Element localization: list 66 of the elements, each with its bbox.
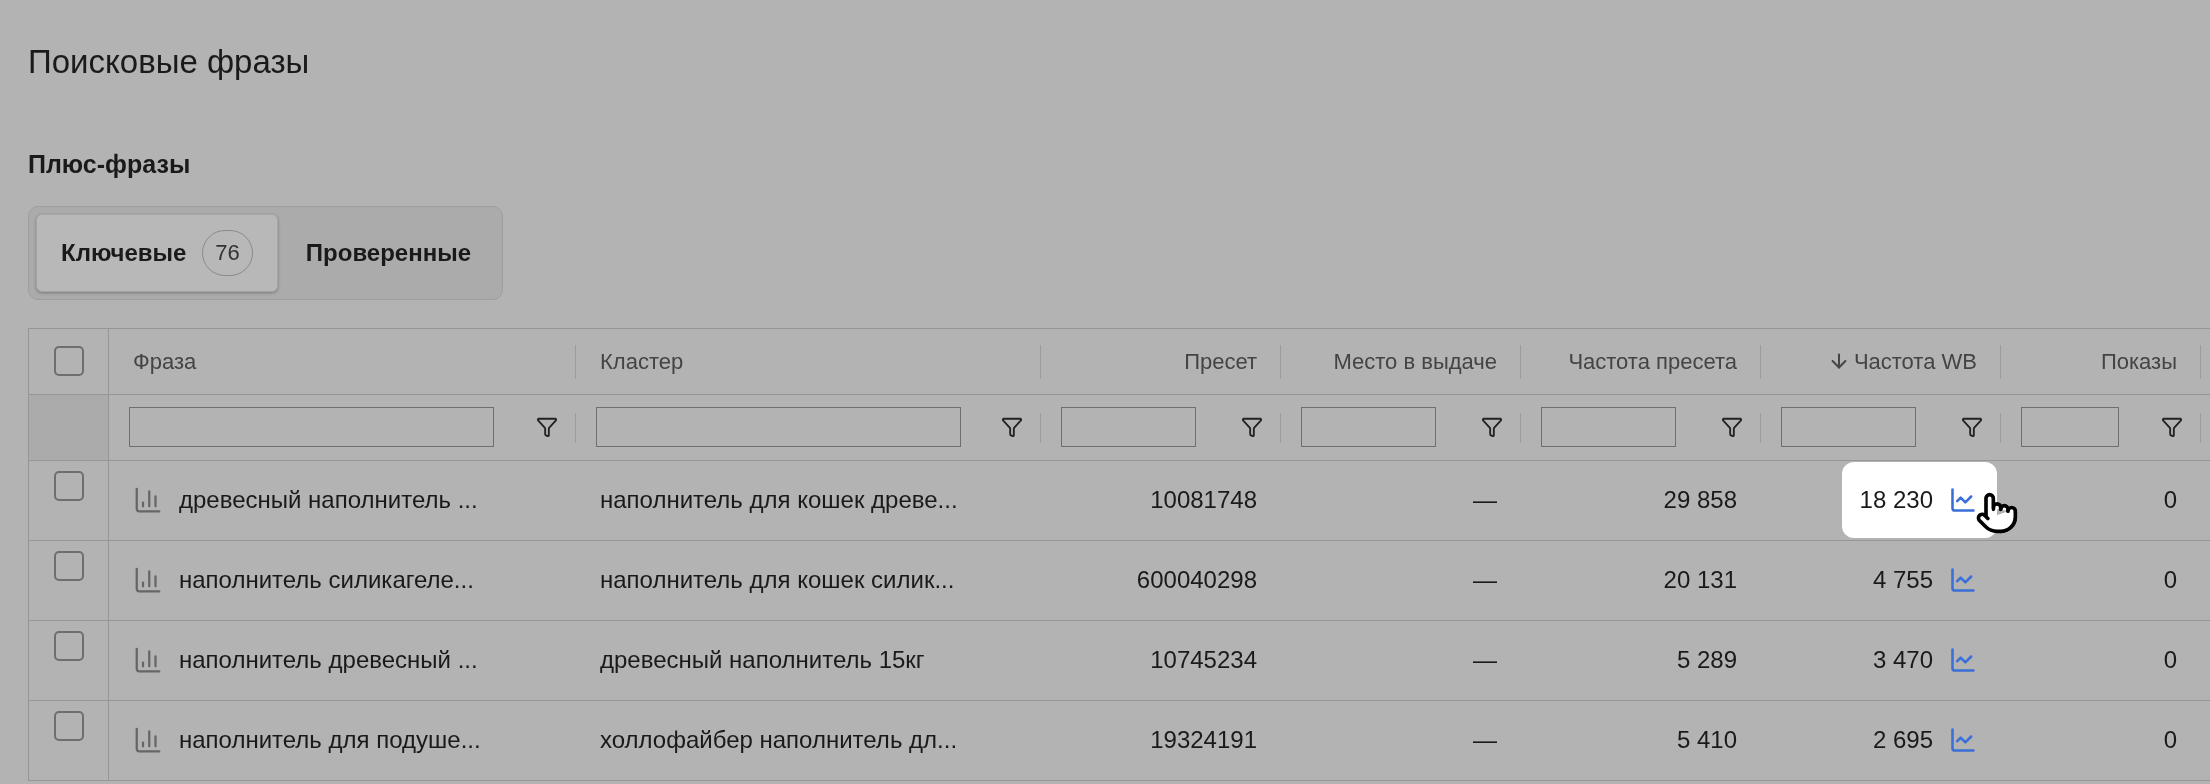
bar-chart-icon[interactable]	[133, 725, 163, 755]
cluster-text: наполнитель для кошек древе...	[600, 485, 958, 515]
bar-chart-icon[interactable]	[133, 645, 163, 675]
preset-frequency: 5 410	[1676, 725, 1737, 755]
checkbox[interactable]	[53, 710, 84, 741]
column-header[interactable]: Частота WB	[1827, 344, 1977, 378]
section-title: Плюс-фразы	[28, 149, 191, 180]
filter-field[interactable]	[2021, 407, 2119, 447]
column-header[interactable]: Показы	[2100, 344, 2177, 378]
impressions-value: 0	[2163, 485, 2177, 515]
position-value: —	[1473, 485, 1497, 515]
position-value: —	[1473, 725, 1497, 755]
filter-field[interactable]	[1541, 407, 1676, 447]
filter-field[interactable]	[596, 407, 961, 447]
column-header[interactable]: Кластер	[600, 344, 684, 378]
checkbox[interactable]	[53, 630, 84, 661]
preset-value: 10081748	[1150, 485, 1257, 515]
line-chart-icon[interactable]	[1949, 646, 1977, 674]
impressions-value: 0	[2163, 725, 2177, 755]
preset-frequency: 5 289	[1676, 645, 1737, 675]
preset-value: 600040298	[1136, 565, 1257, 595]
wb-frequency: 18 230	[1859, 485, 1933, 515]
cluster-text: древесный наполнитель 15кг	[600, 645, 925, 675]
preset-value: 19324191	[1150, 725, 1257, 755]
checkbox[interactable]	[53, 346, 84, 376]
checkbox[interactable]	[53, 550, 84, 581]
checkbox[interactable]	[53, 470, 84, 501]
filter-icon[interactable]	[1961, 416, 1983, 438]
bar-chart-icon[interactable]	[133, 565, 163, 595]
filter-icon[interactable]	[1481, 416, 1503, 438]
impressions-value: 0	[2163, 645, 2177, 675]
line-chart-icon[interactable]	[1949, 486, 1977, 514]
preset-frequency: 29 858	[1663, 485, 1737, 515]
cluster-text: наполнитель для кошек силик...	[600, 565, 955, 595]
tab[interactable]: Ключевые 76	[36, 213, 278, 292]
filter-field[interactable]	[1781, 407, 1916, 447]
wb-frequency: 2 695	[1872, 725, 1933, 755]
filter-field[interactable]	[129, 407, 494, 447]
column-header[interactable]: Место в выдаче	[1333, 344, 1497, 378]
page-title: Поисковые фразы	[28, 42, 310, 82]
phrase-text: наполнитель древесный ...	[179, 645, 478, 675]
wb-frequency: 4 755	[1872, 565, 1933, 595]
filter-field[interactable]	[1301, 407, 1436, 447]
line-chart-icon[interactable]	[1949, 726, 1977, 754]
impressions-value: 0	[2163, 565, 2177, 595]
filter-field[interactable]	[1061, 407, 1196, 447]
position-value: —	[1473, 565, 1497, 595]
column-header[interactable]: Частота пресета	[1568, 344, 1737, 378]
phrase-text: наполнитель для подуше...	[179, 725, 481, 755]
filter-icon[interactable]	[1721, 416, 1743, 438]
column-header[interactable]: Пресет	[1184, 344, 1257, 378]
preset-frequency: 20 131	[1663, 565, 1737, 595]
preset-value: 10745234	[1150, 645, 1257, 675]
filter-icon[interactable]	[1001, 416, 1023, 438]
filter-icon[interactable]	[2161, 416, 2183, 438]
tab[interactable]: Проверенные	[281, 213, 496, 292]
bar-chart-icon[interactable]	[133, 485, 163, 515]
phrase-text: наполнитель силикагеле...	[179, 565, 474, 595]
line-chart-icon[interactable]	[1949, 566, 1977, 594]
cluster-text: холлофайбер наполнитель дл...	[600, 725, 958, 755]
filter-icon[interactable]	[536, 416, 558, 438]
column-header[interactable]: Фраза	[133, 344, 197, 378]
position-value: —	[1473, 645, 1497, 675]
phrase-text: древесный наполнитель ...	[179, 485, 478, 515]
wb-frequency: 3 470	[1872, 645, 1933, 675]
filter-icon[interactable]	[1241, 416, 1263, 438]
